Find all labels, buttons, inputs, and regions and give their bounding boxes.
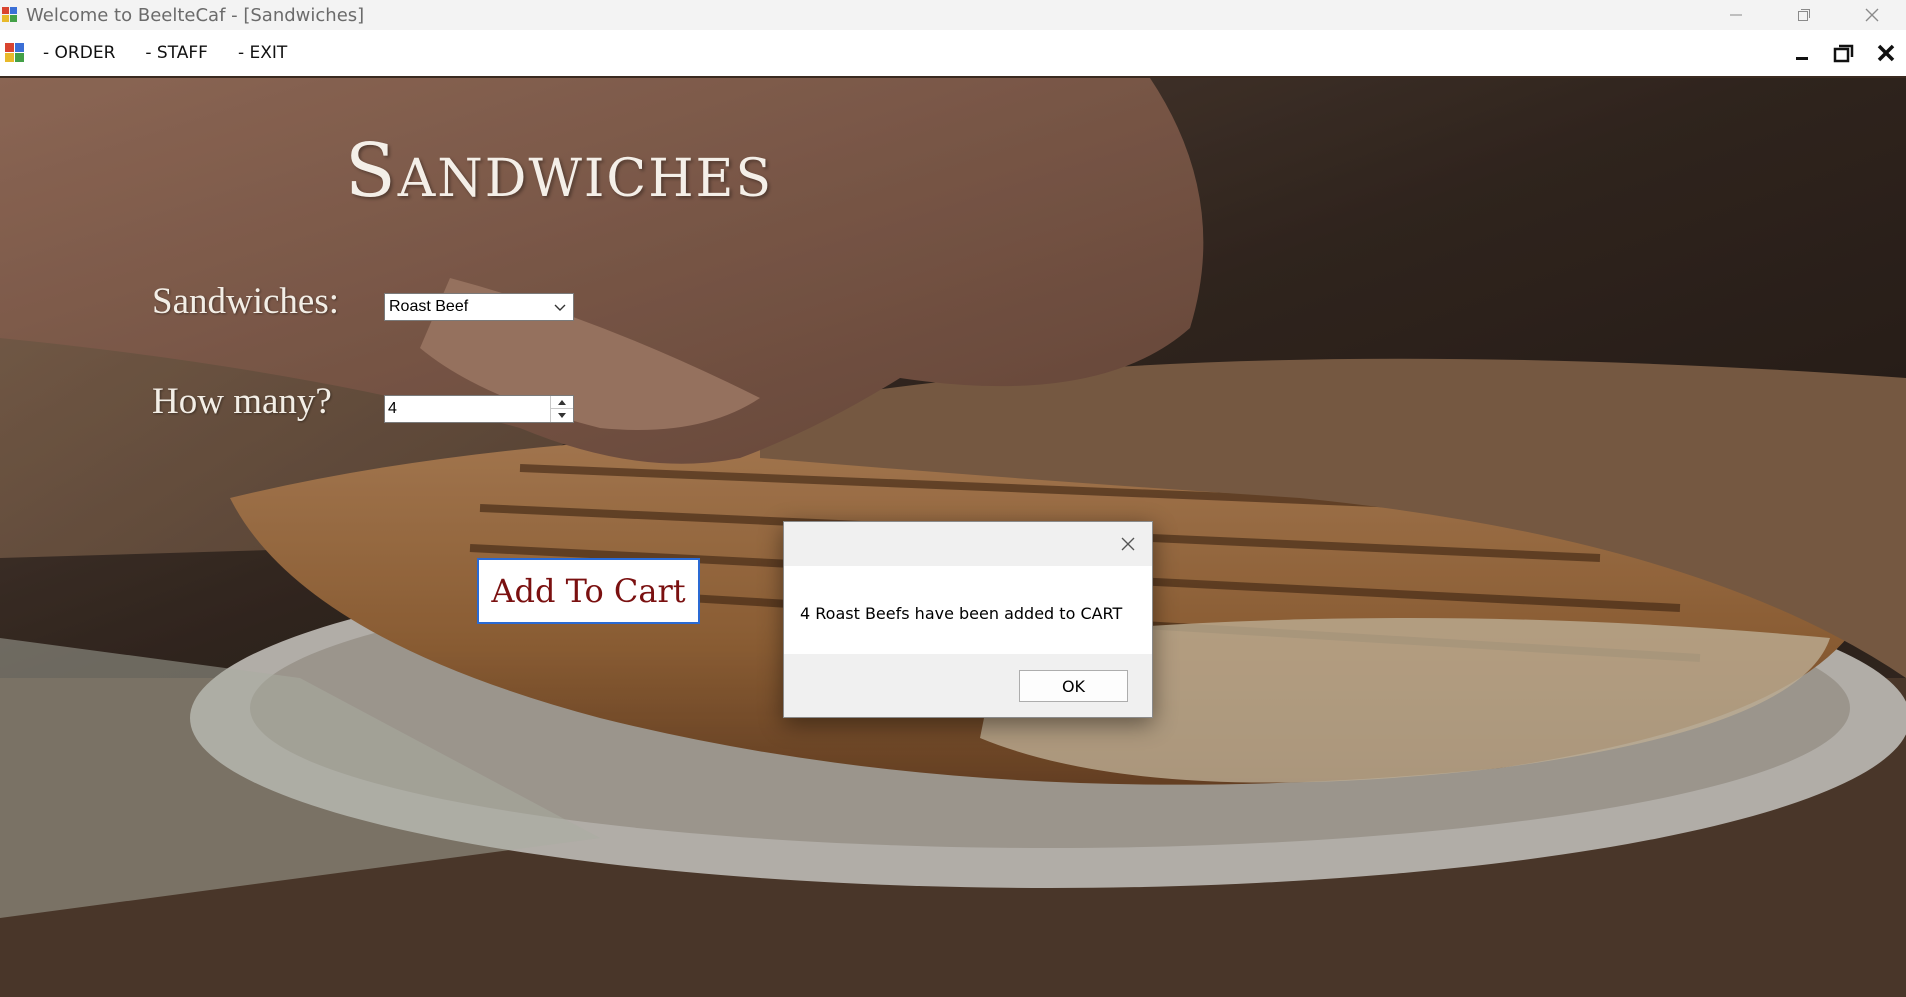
window-restore-button[interactable]: [1770, 0, 1838, 30]
window-close-button[interactable]: [1838, 0, 1906, 30]
close-icon: [1865, 8, 1879, 22]
child-close-button[interactable]: [1872, 39, 1900, 67]
minimize-icon: [1730, 14, 1742, 16]
close-icon: [1121, 537, 1135, 551]
message-dialog: 4 Roast Beefs have been added to CART OK: [783, 521, 1153, 718]
window-title: Welcome to BeelteCaf - [Sandwiches]: [26, 4, 365, 26]
menu-item-staff[interactable]: - STAFF: [145, 43, 208, 63]
menu-item-order[interactable]: - ORDER: [43, 43, 115, 63]
child-restore-button[interactable]: [1830, 39, 1858, 67]
restore-icon: [1833, 44, 1854, 63]
menu-item-exit[interactable]: - EXIT: [238, 43, 287, 63]
caret-up-icon: [558, 400, 566, 405]
caret-down-icon: [558, 412, 566, 418]
restore-icon: [1798, 9, 1810, 21]
quantity-decrease-button[interactable]: [551, 409, 573, 422]
quantity-stepper[interactable]: [384, 395, 574, 423]
mdi-child-icon[interactable]: [5, 43, 25, 63]
app-icon: [2, 7, 18, 23]
sandwich-label: Sandwiches:: [152, 281, 340, 322]
dialog-ok-button[interactable]: OK: [1019, 670, 1128, 702]
sandwich-selected-value: Roast Beef: [389, 298, 469, 315]
quantity-increase-button[interactable]: [551, 396, 573, 409]
dialog-header: [784, 522, 1152, 566]
add-to-cart-button[interactable]: Add To Cart: [477, 558, 700, 624]
sandwich-background-image: Sandwiches Sandwiches: Roast Beef How ma…: [0, 78, 1906, 997]
dialog-close-button[interactable]: [1116, 532, 1140, 556]
quantity-label: How many?: [152, 381, 332, 422]
minimize-icon: [1796, 57, 1808, 60]
close-icon: [1877, 44, 1895, 62]
child-minimize-button[interactable]: [1788, 39, 1816, 67]
chevron-down-icon: [554, 304, 566, 311]
sandwich-dropdown[interactable]: Roast Beef: [384, 293, 574, 321]
dialog-message: 4 Roast Beefs have been added to CART: [800, 604, 1123, 623]
quantity-input[interactable]: [385, 396, 547, 422]
dialog-body: 4 Roast Beefs have been added to CART: [784, 566, 1152, 654]
window-title-bar: Welcome to BeelteCaf - [Sandwiches]: [0, 0, 1906, 30]
page-heading: Sandwiches: [345, 128, 774, 214]
window-minimize-button[interactable]: [1702, 0, 1770, 30]
menu-bar: - ORDER - STAFF - EXIT: [0, 30, 1906, 78]
